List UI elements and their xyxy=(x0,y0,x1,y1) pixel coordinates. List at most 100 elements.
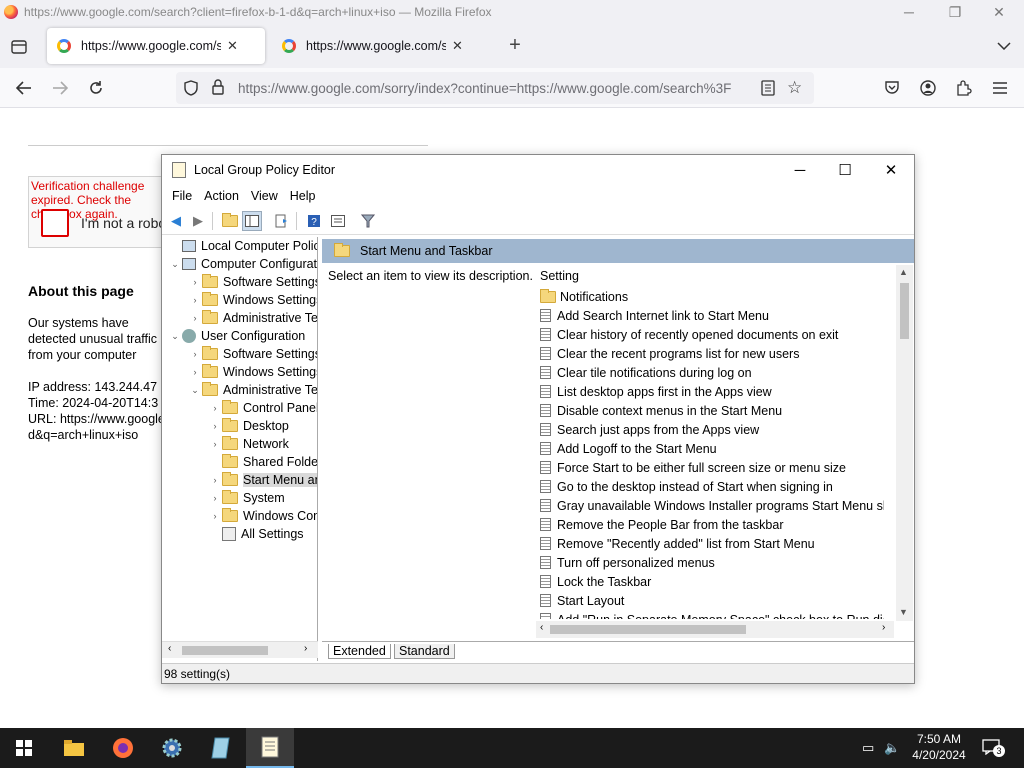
new-tab-button[interactable]: + xyxy=(504,34,526,56)
expand-toggle-icon[interactable]: › xyxy=(208,421,222,431)
tree-item[interactable]: › Start Menu and Taskbar xyxy=(208,471,317,489)
list-all-tabs-icon[interactable] xyxy=(994,36,1014,56)
menu-view[interactable]: View xyxy=(251,189,278,203)
close-window-button[interactable]: ✕ xyxy=(976,0,1022,24)
expand-toggle-icon[interactable]: ⌄ xyxy=(168,331,182,342)
reader-view-icon[interactable] xyxy=(761,80,775,99)
help-icon[interactable]: ? xyxy=(304,211,324,231)
tree-item[interactable]: Shared Folders xyxy=(208,453,317,471)
tree-item[interactable]: › Network xyxy=(208,435,289,453)
menu-file[interactable]: File xyxy=(172,189,192,203)
expand-toggle-icon[interactable]: › xyxy=(188,313,202,323)
settings-horizontal-scrollbar[interactable]: ‹ › xyxy=(536,621,894,638)
filter-icon[interactable] xyxy=(358,211,378,231)
menu-hamburger-icon[interactable] xyxy=(988,76,1012,100)
policy-setting-row[interactable]: Clear tile notifications during log on xyxy=(536,363,752,382)
start-button[interactable] xyxy=(0,728,48,768)
expand-toggle-icon[interactable]: › xyxy=(188,349,202,359)
tree-item[interactable]: › Windows Settings xyxy=(188,363,317,381)
tracking-protection-shield-icon[interactable] xyxy=(184,80,198,99)
tab-extended[interactable]: Extended xyxy=(328,644,391,659)
policy-setting-row[interactable]: Start Layout xyxy=(536,591,624,610)
tree-item[interactable]: › Software Settings xyxy=(188,345,317,363)
gpedit-close-button[interactable]: ✕ xyxy=(868,155,914,185)
back-arrow-icon[interactable]: ◀ xyxy=(166,211,186,231)
firefox-taskbar-icon[interactable] xyxy=(99,728,147,768)
scroll-right-icon[interactable]: › xyxy=(882,622,885,633)
scroll-left-icon[interactable]: ‹ xyxy=(540,622,543,633)
tab-close-icon[interactable]: ✕ xyxy=(452,38,463,54)
settings-gear-icon[interactable] xyxy=(148,728,196,768)
notifications-icon[interactable]: 3 xyxy=(982,739,1005,757)
policy-setting-row[interactable]: Remove the People Bar from the taskbar xyxy=(536,515,784,534)
settings-folder-row[interactable]: Notifications xyxy=(536,287,628,306)
network-icon[interactable]: ▭ xyxy=(862,740,874,756)
captcha-checkbox[interactable] xyxy=(41,209,69,237)
policy-setting-row[interactable]: Lock the Taskbar xyxy=(536,572,651,591)
policy-setting-row[interactable]: Add Search Internet link to Start Menu xyxy=(536,306,769,325)
tab-close-icon[interactable]: ✕ xyxy=(227,38,238,54)
lock-icon[interactable] xyxy=(212,79,224,98)
policy-setting-row[interactable]: Add "Run in Separate Memory Space" check… xyxy=(536,610,884,619)
scroll-thumb[interactable] xyxy=(550,625,746,634)
tree-item[interactable]: › Desktop xyxy=(208,417,289,435)
tree-item[interactable]: › Control Panel xyxy=(208,399,317,417)
expand-toggle-icon[interactable]: › xyxy=(188,367,202,377)
restore-button[interactable]: ❐ xyxy=(932,0,978,24)
expand-toggle-icon[interactable]: › xyxy=(208,439,222,449)
tree-item[interactable]: › System xyxy=(208,489,285,507)
policy-setting-row[interactable]: Gray unavailable Windows Installer progr… xyxy=(536,496,884,515)
setting-column-header[interactable]: Setting xyxy=(540,269,579,283)
properties-icon[interactable] xyxy=(328,211,348,231)
account-icon[interactable] xyxy=(916,76,940,100)
expand-toggle-icon[interactable]: › xyxy=(188,277,202,287)
tree-item[interactable]: › Windows Components xyxy=(208,507,317,525)
policy-setting-row[interactable]: List desktop apps first in the Apps view xyxy=(536,382,772,401)
gpedit-maximize-button[interactable]: ☐ xyxy=(822,155,868,185)
bookmark-star-icon[interactable]: ☆ xyxy=(787,79,802,96)
expand-toggle-icon[interactable]: › xyxy=(208,403,222,413)
tree-item[interactable]: ⌄ User Configuration xyxy=(168,327,305,345)
file-explorer-icon[interactable] xyxy=(50,728,98,768)
scroll-thumb[interactable] xyxy=(182,646,268,655)
tab-google-search-1[interactable]: https://www.google.com/search?client=fir… xyxy=(47,28,265,64)
policy-setting-row[interactable]: Force Start to be either full screen siz… xyxy=(536,458,846,477)
url-text[interactable]: https://www.google.com/sorry/index?conti… xyxy=(238,81,748,96)
policy-setting-row[interactable]: Add Logoff to the Start Menu xyxy=(536,439,717,458)
tree-item[interactable]: ⌄ Administrative Templates xyxy=(188,381,317,399)
forward-arrow-icon[interactable]: ▶ xyxy=(188,211,208,231)
policy-setting-row[interactable]: Clear history of recently opened documen… xyxy=(536,325,838,344)
expand-toggle-icon[interactable]: › xyxy=(208,493,222,503)
scroll-up-icon[interactable]: ▲ xyxy=(899,267,908,277)
tree-horizontal-scrollbar[interactable]: ‹ › xyxy=(162,641,318,658)
firefox-view-icon[interactable] xyxy=(8,36,30,58)
tree-item[interactable]: › Administrative Templates xyxy=(188,309,317,327)
pocket-icon[interactable] xyxy=(880,76,904,100)
gpedit-taskbar-icon[interactable] xyxy=(246,728,294,768)
tab-standard[interactable]: Standard xyxy=(394,644,455,659)
policy-setting-row[interactable]: Remove "Recently added" list from Start … xyxy=(536,534,815,553)
expand-toggle-icon[interactable]: › xyxy=(208,511,222,521)
tree-item[interactable]: › Windows Settings xyxy=(188,291,317,309)
url-bar[interactable]: https://www.google.com/sorry/index?conti… xyxy=(176,72,814,104)
policy-setting-row[interactable]: Clear the recent programs list for new u… xyxy=(536,344,799,363)
notepad-taskbar-icon[interactable] xyxy=(197,728,245,768)
extensions-icon[interactable] xyxy=(952,76,976,100)
export-list-icon[interactable] xyxy=(272,211,292,231)
policy-setting-row[interactable]: Go to the desktop instead of Start when … xyxy=(536,477,833,496)
tab-google-search-2[interactable]: https://www.google.com/search?client=fir… xyxy=(272,28,490,64)
menu-help[interactable]: Help xyxy=(290,189,316,203)
policy-setting-row[interactable]: Turn off personalized menus xyxy=(536,553,715,572)
expand-toggle-icon[interactable]: ⌄ xyxy=(188,385,202,396)
policy-setting-row[interactable]: Disable context menus in the Start Menu xyxy=(536,401,782,420)
policy-setting-row[interactable]: Search just apps from the Apps view xyxy=(536,420,759,439)
scroll-thumb[interactable] xyxy=(900,283,909,339)
reload-button[interactable] xyxy=(84,76,108,100)
clock[interactable]: 7:50 AM 4/20/2024 xyxy=(904,731,974,763)
up-folder-icon[interactable] xyxy=(220,211,240,231)
expand-toggle-icon[interactable]: › xyxy=(208,475,222,485)
show-hide-tree-icon[interactable] xyxy=(242,211,262,231)
menu-action[interactable]: Action xyxy=(204,189,239,203)
tree-item[interactable]: ⌄ Computer Configuration xyxy=(168,255,317,273)
back-button[interactable] xyxy=(12,76,36,100)
